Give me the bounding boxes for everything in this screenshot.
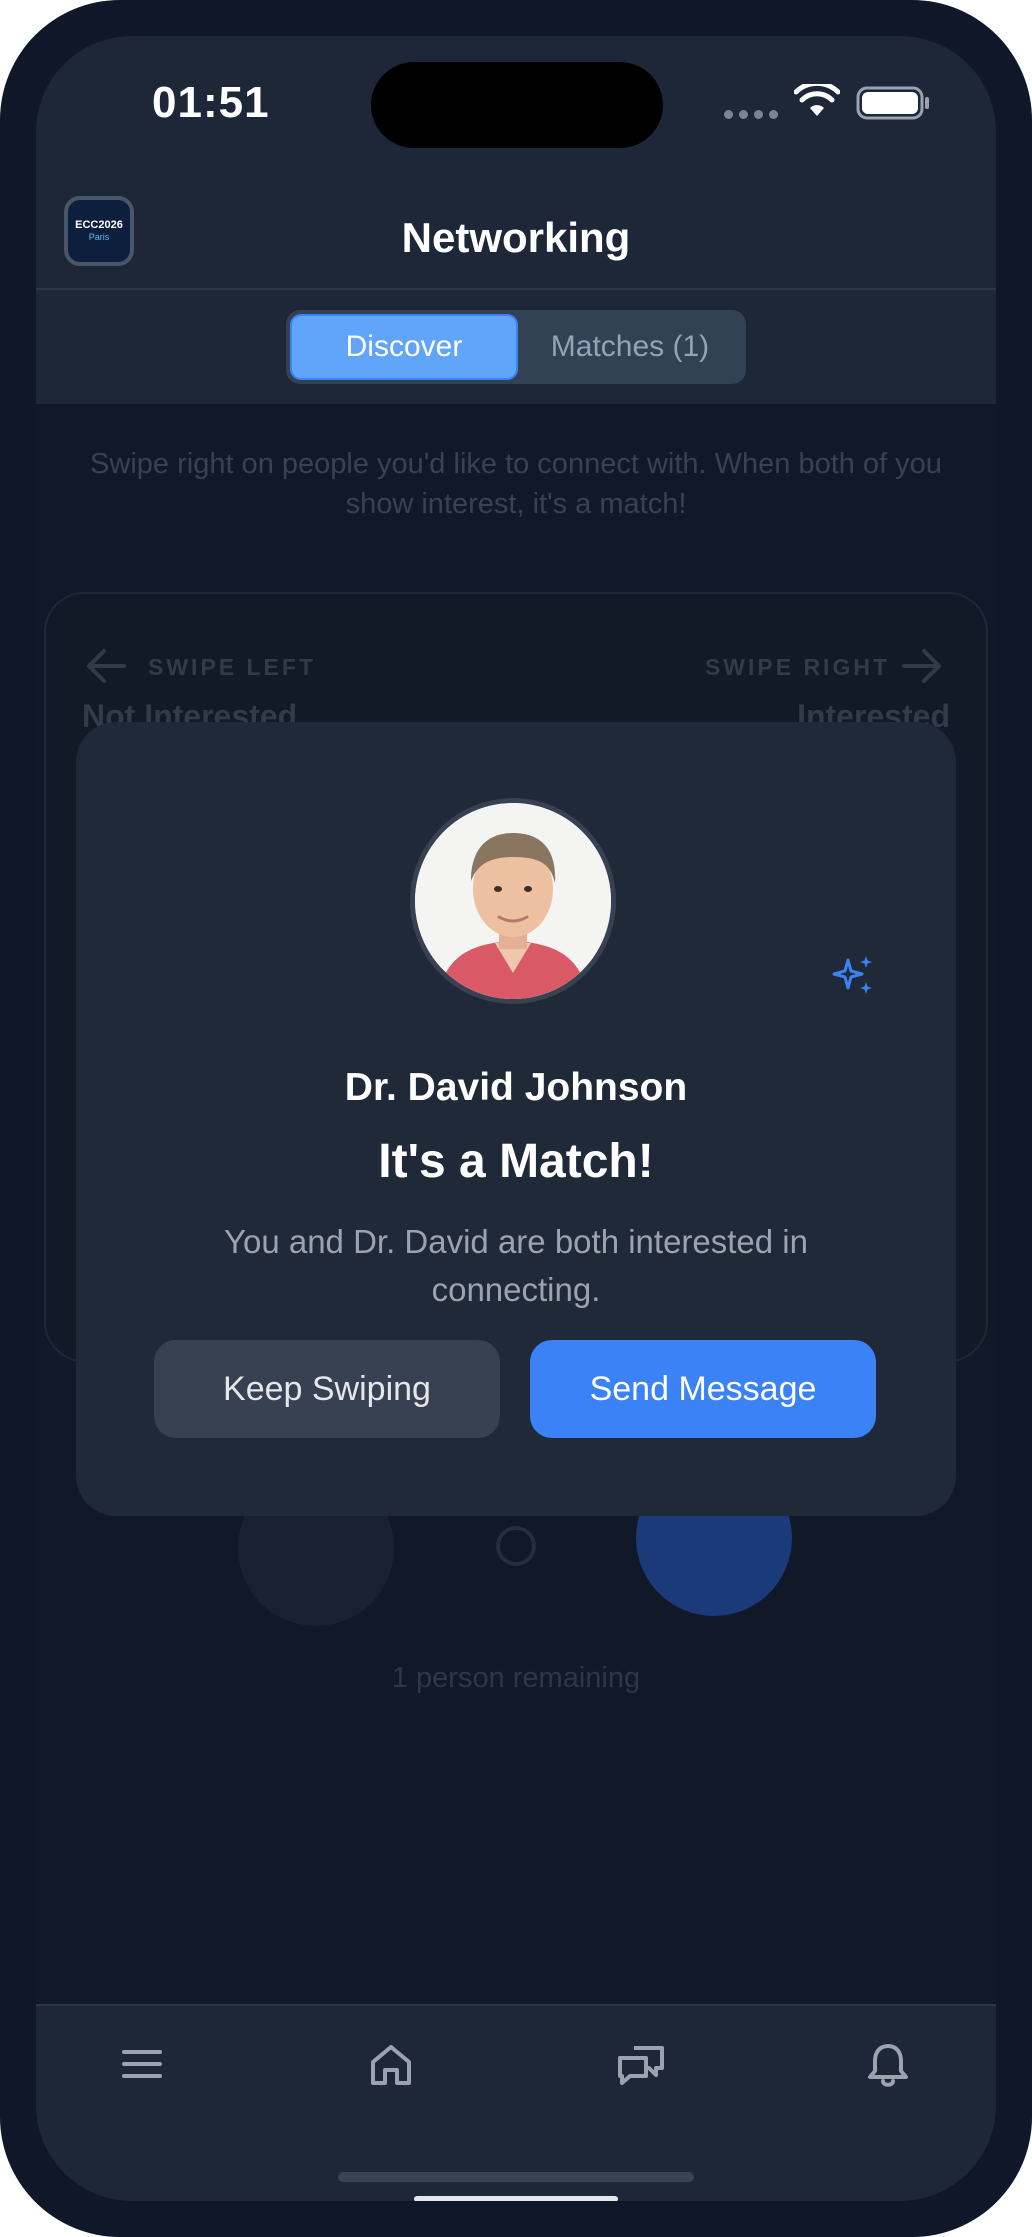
- match-name: Dr. David Johnson: [344, 1066, 688, 1109]
- sparkle-icon: [832, 956, 872, 994]
- keep-swiping-button[interactable]: Keep Swiping: [154, 1340, 500, 1438]
- intro-text: Swipe right on people you'd like to conn…: [90, 448, 942, 520]
- segmented-control: Discover Matches (1): [286, 310, 746, 384]
- device-frame: 01:51 ECC2026 Paris Networking Discover …: [0, 0, 1032, 2237]
- arrow-right-icon: [902, 649, 941, 683]
- wifi-icon: [794, 84, 840, 116]
- match-description: You and Dr. David are both interested in…: [224, 1223, 808, 1308]
- swipe-right-label: SWIPE RIGHT: [704, 654, 890, 680]
- arrow-left-icon: [87, 649, 126, 683]
- bell-icon[interactable]: [866, 2042, 910, 2088]
- dynamic-island: [371, 62, 663, 148]
- tab-discover[interactable]: Discover: [290, 314, 518, 380]
- send-message-button[interactable]: Send Message: [530, 1340, 876, 1438]
- undo-button[interactable]: [496, 1526, 536, 1566]
- avatar-portrait: [415, 803, 611, 999]
- home-indicator-handle: [414, 2196, 618, 2201]
- home-indicator: [338, 2172, 694, 2182]
- avatar: [410, 798, 616, 1004]
- tab-matches[interactable]: Matches (1): [518, 314, 742, 380]
- match-heading: It's a Match!: [378, 1135, 654, 1188]
- home-icon[interactable]: [368, 2042, 414, 2088]
- chat-icon[interactable]: [616, 2042, 666, 2088]
- screen: 01:51 ECC2026 Paris Networking Discover …: [36, 36, 996, 2201]
- page-title: Networking: [401, 214, 631, 261]
- battery-icon: [856, 86, 929, 120]
- status-time: 01:51: [152, 78, 270, 127]
- remaining-count: 1 person remaining: [391, 1662, 641, 1694]
- cellular-signal-icon: [724, 110, 778, 119]
- menu-icon[interactable]: [120, 2042, 164, 2086]
- header-divider: [36, 288, 996, 290]
- swipe-left-label: SWIPE LEFT: [148, 654, 316, 680]
